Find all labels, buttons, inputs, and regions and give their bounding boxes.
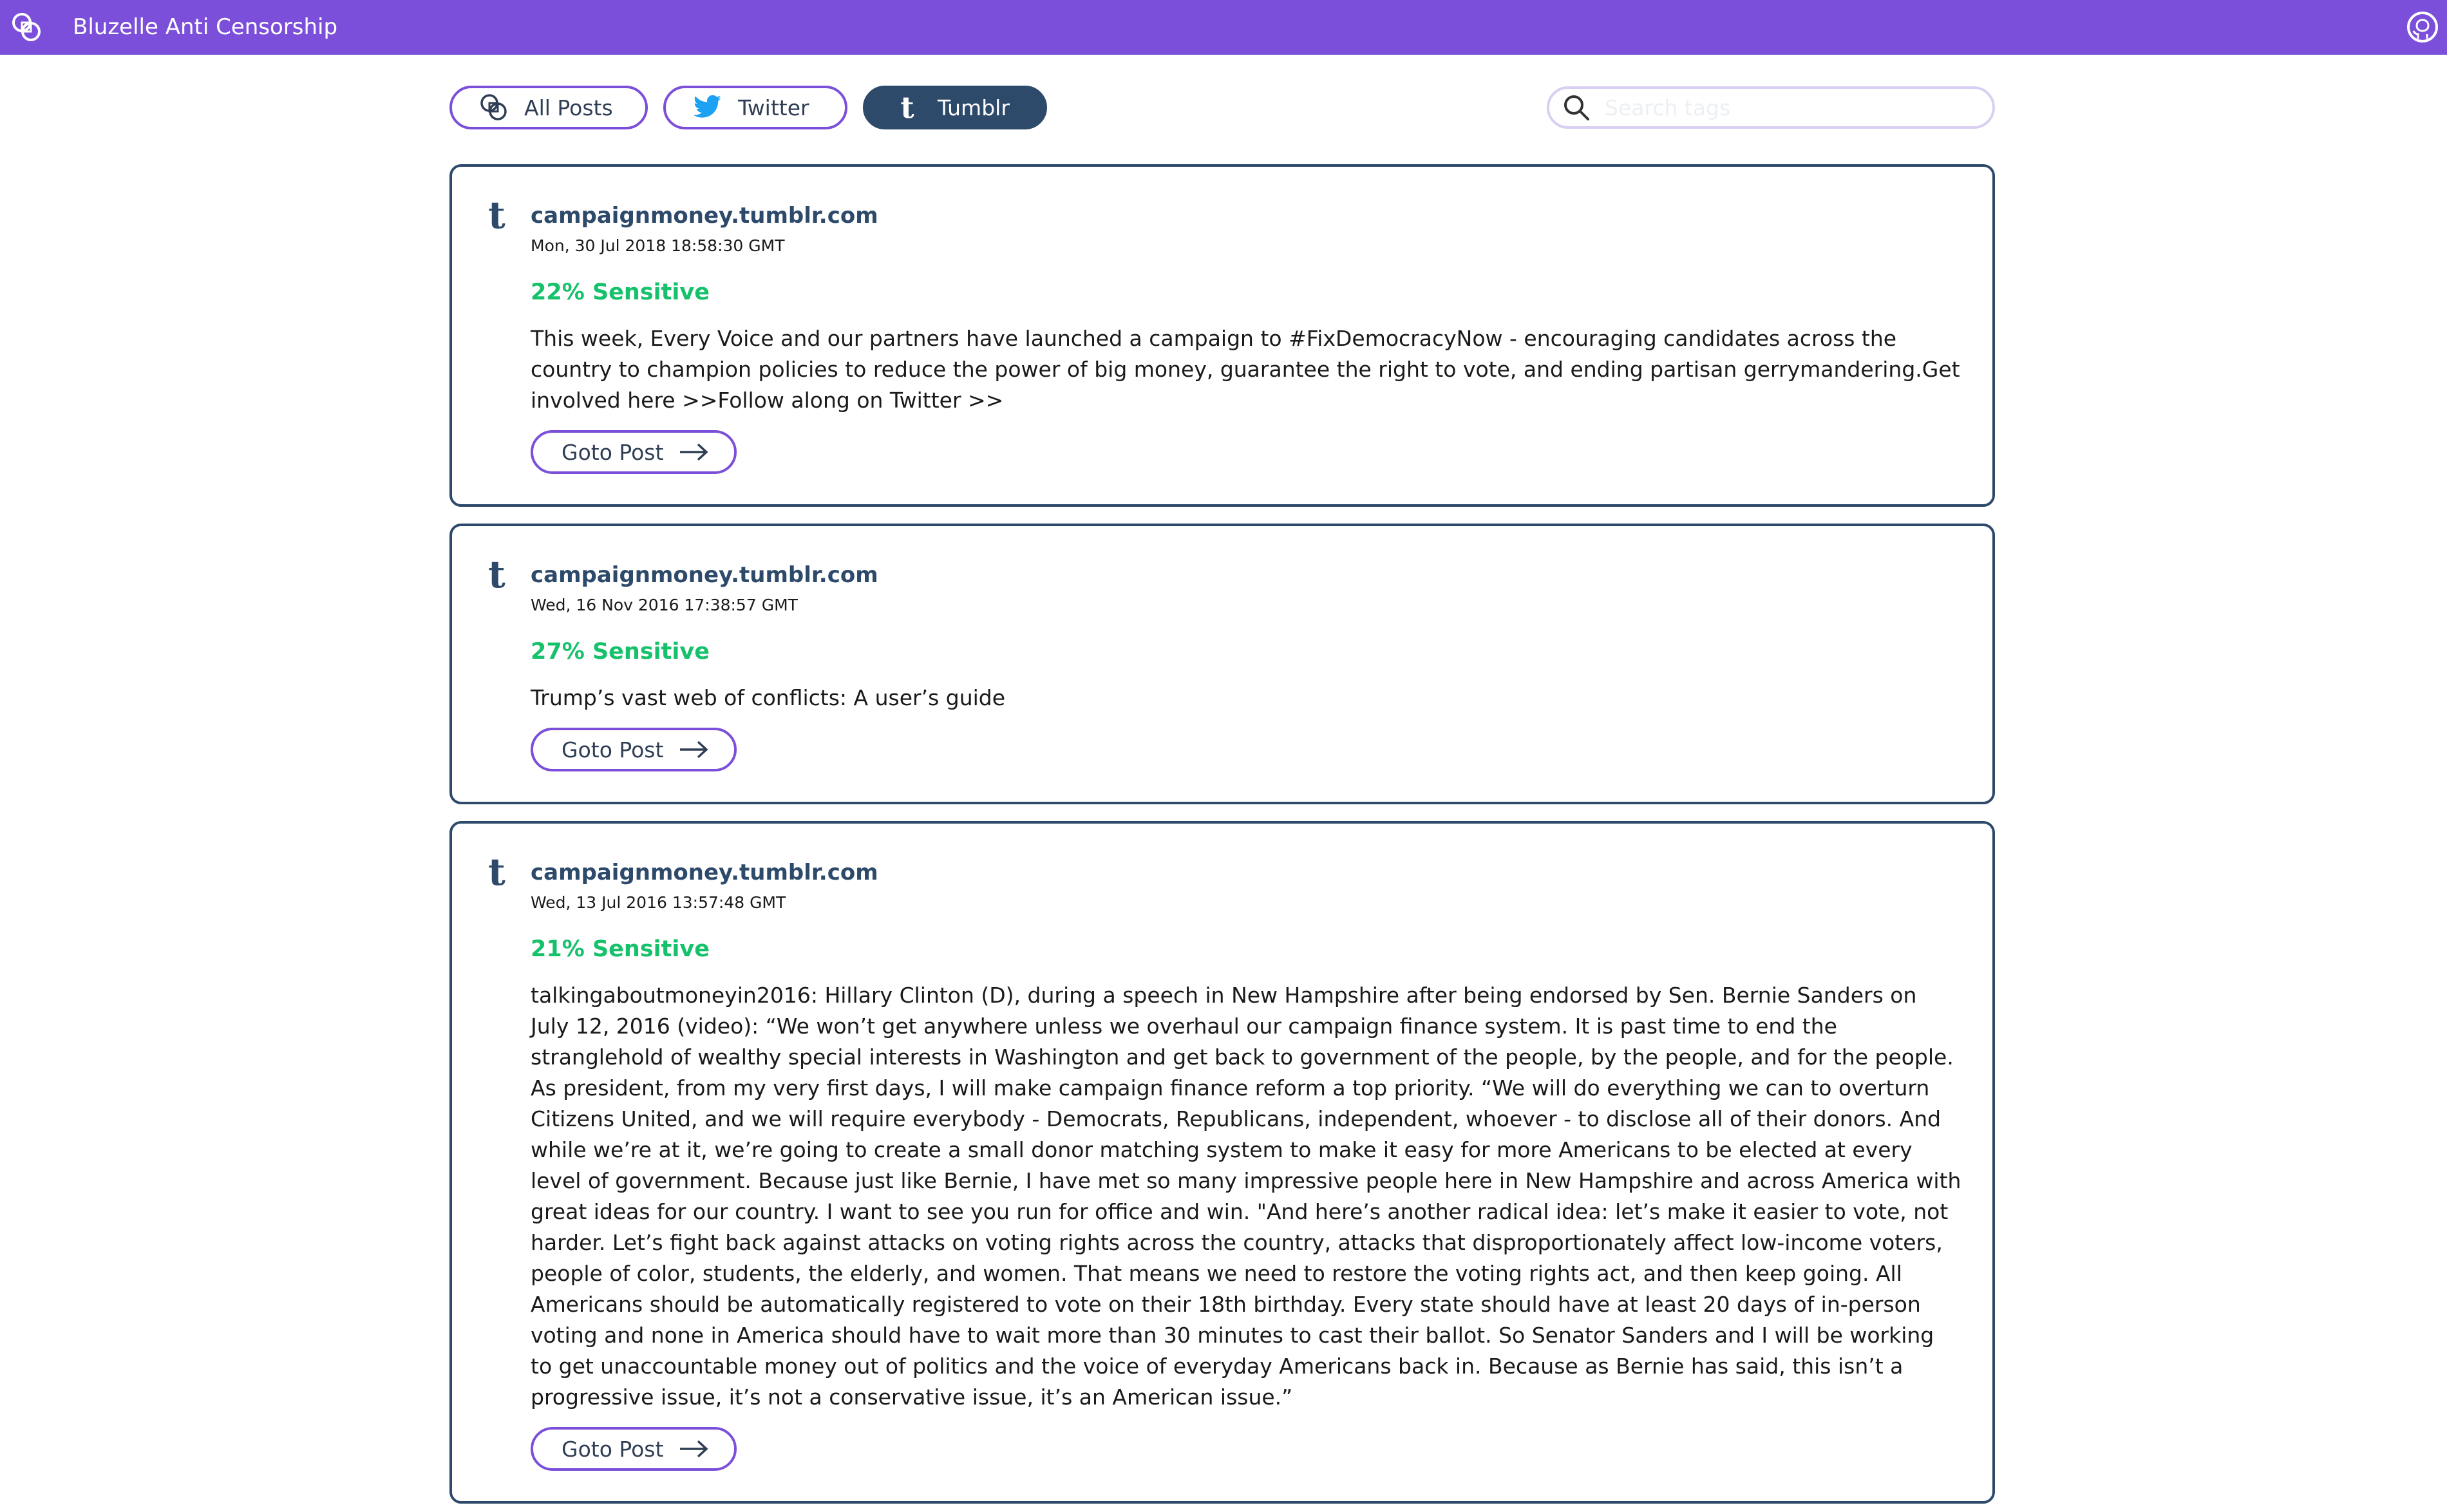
sensitivity-score: 21% Sensitive	[531, 936, 710, 962]
post-date: Wed, 16 Nov 2016 17:38:57 GMT	[531, 596, 798, 614]
source-filter-group: All Posts Twitter t Tumblr	[449, 86, 1047, 129]
post-card: t campaignmoney.tumblr.com Wed, 13 Jul 2…	[449, 821, 1995, 1504]
filter-tumblr[interactable]: t Tumblr	[863, 86, 1047, 129]
post-body: This week, Every Voice and our partners …	[531, 326, 1960, 413]
arrow-right-icon	[680, 1440, 709, 1458]
filter-all-posts[interactable]: All Posts	[449, 86, 648, 129]
arrow-right-icon	[680, 741, 709, 759]
search-icon	[1564, 95, 1589, 120]
post-body: talkingaboutmoneyin2016: Hillary Clinton…	[531, 983, 1961, 1410]
post-author[interactable]: campaignmoney.tumblr.com	[531, 562, 1961, 588]
sensitivity-score: 22% Sensitive	[531, 279, 710, 305]
filter-label: Twitter	[738, 95, 809, 120]
goto-post-button[interactable]: Goto Post	[531, 728, 737, 771]
post-author[interactable]: campaignmoney.tumblr.com	[531, 203, 1961, 229]
post-date: Mon, 30 Jul 2018 18:58:30 GMT	[531, 236, 785, 255]
sensitivity-score: 27% Sensitive	[531, 639, 710, 665]
filter-label: All Posts	[524, 95, 613, 120]
tumblr-icon: t	[488, 553, 505, 596]
arrow-right-icon	[680, 443, 709, 461]
goto-post-label: Goto Post	[562, 737, 664, 762]
bluzelle-logo-icon	[478, 91, 510, 124]
search-box	[1547, 86, 1995, 129]
goto-post-button[interactable]: Goto Post	[531, 1427, 737, 1471]
app-title: Bluzelle Anti Censorship	[73, 14, 338, 40]
goto-post-label: Goto Post	[562, 439, 664, 465]
post-body: Trump’s vast web of conflicts: A user’s …	[531, 685, 1006, 710]
filter-twitter[interactable]: Twitter	[663, 86, 847, 129]
top-bar: Bluzelle Anti Censorship	[0, 0, 2447, 55]
tumblr-icon: t	[488, 850, 505, 894]
bluzelle-logo-icon[interactable]	[10, 11, 44, 44]
twitter-icon	[692, 91, 724, 124]
github-icon[interactable]	[2406, 10, 2439, 44]
tumblr-icon: t	[900, 90, 914, 125]
goto-post-label: Goto Post	[562, 1436, 664, 1462]
goto-post-button[interactable]: Goto Post	[531, 430, 737, 474]
post-card: t campaignmoney.tumblr.com Wed, 16 Nov 2…	[449, 524, 1995, 804]
tumblr-icon: t	[488, 193, 505, 237]
post-author[interactable]: campaignmoney.tumblr.com	[531, 860, 1961, 885]
search-input[interactable]	[1603, 94, 1967, 121]
filter-label: Tumblr	[938, 95, 1010, 120]
post-date: Wed, 13 Jul 2016 13:57:48 GMT	[531, 893, 786, 912]
post-card: t campaignmoney.tumblr.com Mon, 30 Jul 2…	[449, 164, 1995, 507]
